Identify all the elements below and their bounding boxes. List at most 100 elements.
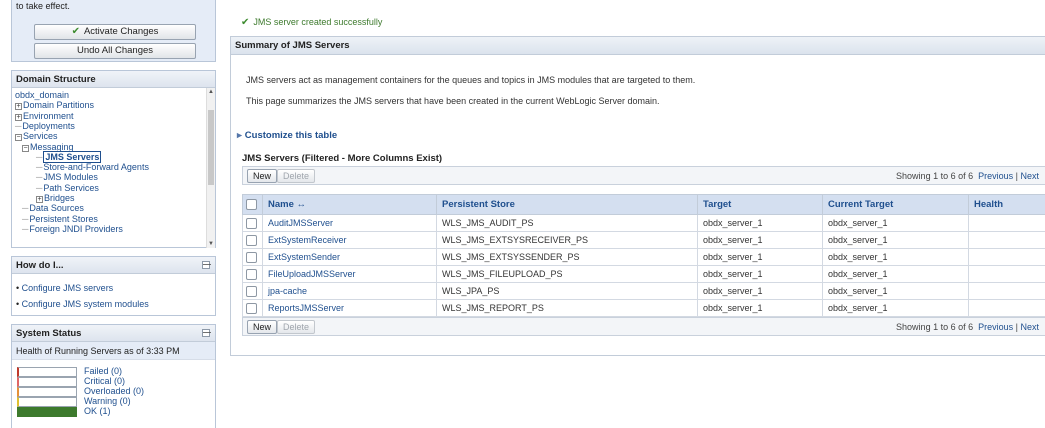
column-persistent-store[interactable]: Persistent Store [436,194,698,215]
health-cell [968,265,1045,283]
system-status-header: System Status — [12,325,215,342]
target-cell: obdx_server_1 [697,299,823,317]
tree-link[interactable]: Path Services [43,183,99,193]
table-cell [242,282,263,300]
table-cell [242,231,263,249]
next-link[interactable]: Next [1020,322,1039,332]
jms-servers-table: Name ↔ Persistent Store Target Current T… [242,194,1045,317]
configure-jms-servers-link[interactable]: Configure JMS servers [22,283,114,293]
row-checkbox[interactable] [246,285,257,297]
server-name-link[interactable]: ExtSystemSender [268,252,340,262]
column-health[interactable]: Health [968,194,1045,215]
check-icon: ✔ [241,17,250,28]
delete-button[interactable]: Delete [277,169,316,183]
row-checkbox[interactable] [246,234,257,246]
previous-link[interactable]: Previous [978,322,1013,332]
activate-changes-label: Activate Changes [83,26,159,37]
health-label[interactable]: OK (1) [84,406,111,417]
undo-all-changes-label: Undo All Changes [76,45,154,56]
tree-link[interactable]: Services [23,131,58,141]
next-link[interactable]: Next [1020,171,1039,181]
server-name-link[interactable]: jpa-cache [268,286,307,296]
paging-text: Showing 1 to 6 of 6 [896,322,974,332]
current-target-cell: obdx_server_1 [822,299,969,317]
tree-item: ─JMS Modules [36,172,98,182]
target-cell: obdx_server_1 [697,282,823,300]
column-name[interactable]: Name ↔ [262,194,437,215]
configure-jms-modules-link[interactable]: Configure JMS system modules [22,299,149,309]
row-checkbox[interactable] [246,268,257,280]
previous-link[interactable]: Previous [978,171,1013,181]
scroll-thumb[interactable] [208,110,214,185]
tree-link[interactable]: Foreign JNDI Providers [29,224,123,234]
expand-icon[interactable]: + [36,196,43,203]
tree-line: ─ [22,213,29,224]
server-name-link[interactable]: ExtSystemReceiver [268,235,347,245]
target-cell: obdx_server_1 [697,265,823,283]
paging-info: Showing 1 to 6 of 6 Previous | Next [896,322,1039,332]
persistent-store-cell: WLS_JPA_PS [436,282,698,300]
select-all-checkbox[interactable] [242,194,263,215]
system-status-title: System Status [16,328,82,339]
table-row: ReportsJMSServer WLS_JMS_REPORT_PS obdx_se… [242,299,1045,317]
tree-link[interactable]: Deployments [22,121,75,131]
tree-link[interactable]: obdx_domain [15,90,69,100]
row-checkbox[interactable] [246,251,257,263]
tree-link[interactable]: Data Sources [29,203,84,213]
new-button[interactable]: New [247,320,278,334]
server-name-link[interactable]: AuditJMSServer [268,218,333,228]
table-cell: FileUploadJMSServer [262,265,437,283]
tree-item: ─Path Services [36,183,99,193]
scroll-down-icon[interactable]: ▼ [208,241,214,247]
health-cell [968,282,1045,300]
column-target[interactable]: Target [697,194,823,215]
summary-title: Summary of JMS Servers [231,37,1045,55]
tree-item: ─ JMS Servers [36,150,102,163]
health-row: OK (1) [17,406,217,417]
delete-button[interactable]: Delete [277,320,316,334]
expand-icon[interactable]: + [15,103,22,111]
undo-all-changes-button[interactable]: Undo All Changes [34,43,196,59]
tree-item: obdx_domain [15,90,69,100]
target-cell: obdx_server_1 [697,231,823,249]
tree-link[interactable]: Store-and-Forward Agents [43,162,149,172]
target-cell: obdx_server_1 [697,214,823,232]
health-subtitle: Health of Running Servers as of 3:33 PM [12,342,215,360]
column-current-target[interactable]: Current Target [822,194,969,215]
current-target-cell: obdx_server_1 [822,214,969,232]
scroll-up-icon[interactable]: ▲ [208,89,214,95]
checkbox-icon[interactable] [246,198,257,210]
tree-link[interactable]: Bridges [44,193,75,203]
tree-link[interactable]: Messaging [30,142,74,152]
new-button[interactable]: New [247,169,278,183]
tree-link[interactable]: Environment [23,111,74,121]
minimize-icon[interactable]: — [202,261,211,269]
server-name-link[interactable]: ReportsJMSServer [268,303,344,313]
server-name-link[interactable]: FileUploadJMSServer [268,269,356,279]
collapse-icon[interactable]: − [22,144,29,152]
tree-link[interactable]: JMS Modules [43,172,98,182]
minimize-icon[interactable]: — [202,329,211,337]
collapse-icon[interactable]: − [15,134,22,142]
tree-item: + Bridges [36,193,75,203]
health-cell [968,231,1045,249]
table-cell [242,265,263,283]
expand-icon[interactable]: + [15,113,22,121]
domain-structure-panel: Domain Structure ▲ ▼ obdx_domain + Domain … [11,70,216,248]
row-checkbox[interactable] [246,302,257,314]
health-cell [968,214,1045,232]
tree-item: − Services [15,131,58,142]
howdo-item: • Configure JMS servers [16,283,114,293]
tree-link[interactable]: JMS Servers [43,150,102,163]
tree-scrollbar[interactable]: ▲ ▼ [206,88,215,248]
row-checkbox[interactable] [246,217,257,229]
persistent-store-cell: WLS_JMS_FILEUPLOAD_PS [436,265,698,283]
tree-link[interactable]: Persistent Stores [29,214,98,224]
tree-link[interactable]: Domain Partitions [23,100,94,110]
customize-table-link[interactable]: ▸ Customize this table [237,130,337,141]
activate-changes-button[interactable]: ✔ Activate Changes [34,24,196,40]
table-row: AuditJMSServer WLS_JMS_AUDIT_PS obdx_serve… [242,214,1045,232]
domain-structure-title: Domain Structure [12,71,215,88]
current-target-cell: obdx_server_1 [822,282,969,300]
table-cell: ReportsJMSServer [262,299,437,317]
